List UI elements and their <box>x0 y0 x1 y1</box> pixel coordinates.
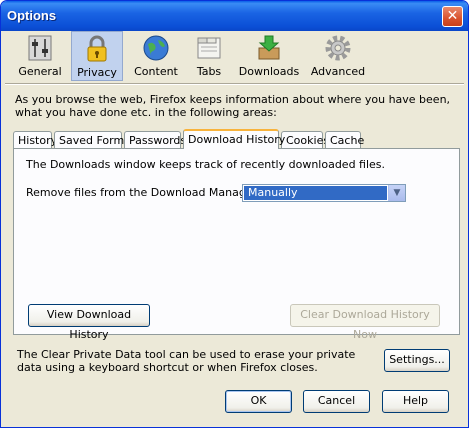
tab-download-history[interactable]: Download History <box>183 129 285 149</box>
close-icon: ✕ <box>446 8 459 24</box>
privacy-tabs: History Saved Forms Passwords Download H… <box>13 129 463 149</box>
switches-icon <box>28 35 52 61</box>
help-button[interactable]: Help <box>382 390 449 413</box>
tabs-icon <box>197 37 221 59</box>
privacy-intro-text: As you browse the web, Firefox keeps inf… <box>15 93 451 119</box>
gear-icon <box>325 35 351 61</box>
tab-passwords[interactable]: Passwords <box>124 131 186 149</box>
padlock-icon <box>87 35 107 62</box>
toolbar-label: Tabs <box>196 65 222 78</box>
toolbar-label: Content <box>134 65 178 78</box>
downloads-description: The Downloads window keeps track of rece… <box>26 158 386 171</box>
toolbar-label: Privacy <box>77 66 117 79</box>
toolbar-downloads[interactable]: Downloads <box>237 31 301 81</box>
toolbar-content[interactable]: Content <box>127 31 185 81</box>
view-download-history-button[interactable]: View Download History <box>28 304 150 341</box>
remove-files-value: Manually <box>244 186 387 200</box>
download-box-icon <box>258 35 280 60</box>
options-dialog: Options ✕ General Privacy Content Tabs D… <box>0 0 469 428</box>
toolbar-privacy[interactable]: Privacy <box>71 31 123 81</box>
toolbar-separator <box>5 83 464 85</box>
tab-history[interactable]: History <box>13 131 57 149</box>
tab-cache[interactable]: Cache <box>325 131 364 149</box>
globe-icon <box>143 35 169 61</box>
ok-button[interactable]: OK <box>225 390 292 413</box>
remove-files-select[interactable]: Manually ▼ <box>242 184 406 202</box>
clear-private-data-text: The Clear Private Data tool can be used … <box>17 348 356 374</box>
category-toolbar: General Privacy Content Tabs Downloads A… <box>5 31 464 81</box>
toolbar-advanced[interactable]: Advanced <box>307 31 369 81</box>
chevron-down-icon[interactable]: ▼ <box>388 185 405 201</box>
toolbar-label: Downloads <box>238 65 300 78</box>
clear-download-history-button[interactable]: Clear Download History Now <box>290 304 440 341</box>
toolbar-tabs[interactable]: Tabs <box>187 31 231 81</box>
window-title: Options <box>7 8 57 23</box>
settings-button[interactable]: Settings... <box>384 349 450 372</box>
close-button[interactable]: ✕ <box>442 6 463 27</box>
toolbar-label: Advanced <box>310 65 366 78</box>
cancel-button[interactable]: Cancel <box>303 390 370 413</box>
tab-cookies[interactable]: Cookies <box>281 131 329 149</box>
toolbar-label: General <box>18 65 62 78</box>
download-history-panel: The Downloads window keeps track of rece… <box>13 148 460 341</box>
remove-files-label: Remove files from the Download Manager: <box>26 186 261 199</box>
tab-saved-forms[interactable]: Saved Forms <box>54 131 130 149</box>
toolbar-general[interactable]: General <box>11 31 69 81</box>
title-bar[interactable]: Options ✕ <box>1 1 468 31</box>
